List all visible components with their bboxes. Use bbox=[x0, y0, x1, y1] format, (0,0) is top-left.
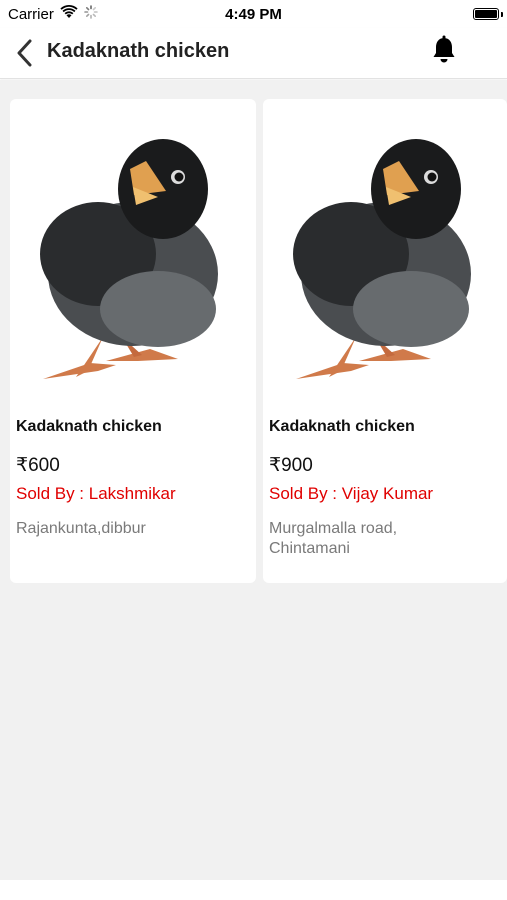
chevron-left-icon bbox=[17, 39, 32, 67]
status-bar: Carrier 4:49 PM bbox=[0, 0, 507, 28]
product-card[interactable]: Kadaknath chicken ₹600 Sold By : Lakshmi… bbox=[10, 99, 256, 583]
notification-button[interactable] bbox=[431, 35, 457, 65]
status-time: 4:49 PM bbox=[225, 5, 282, 23]
product-image bbox=[271, 109, 501, 389]
bell-icon bbox=[433, 35, 455, 63]
product-list: Kadaknath chicken ₹600 Sold By : Lakshmi… bbox=[0, 80, 507, 880]
product-location: Murgalmalla road, Chintamani bbox=[269, 520, 398, 557]
bottom-safe-area bbox=[0, 880, 507, 900]
product-card[interactable]: Kadaknath chicken ₹900 Sold By : Vijay K… bbox=[263, 99, 507, 583]
product-seller: Sold By : Vijay Kumar bbox=[269, 484, 434, 503]
product-image bbox=[18, 109, 248, 389]
nav-bar: Kadaknath chicken bbox=[0, 28, 507, 79]
product-seller: Sold By : Lakshmikar bbox=[16, 484, 176, 503]
battery-icon bbox=[473, 8, 499, 20]
product-price: ₹600 bbox=[16, 455, 60, 476]
page-title: Kadaknath chicken bbox=[47, 40, 230, 62]
product-price: ₹900 bbox=[269, 455, 313, 476]
product-location: Rajankunta,dibbur bbox=[16, 520, 146, 537]
back-button[interactable] bbox=[14, 39, 36, 67]
product-title: Kadaknath chicken bbox=[16, 418, 162, 435]
product-title: Kadaknath chicken bbox=[269, 418, 415, 435]
